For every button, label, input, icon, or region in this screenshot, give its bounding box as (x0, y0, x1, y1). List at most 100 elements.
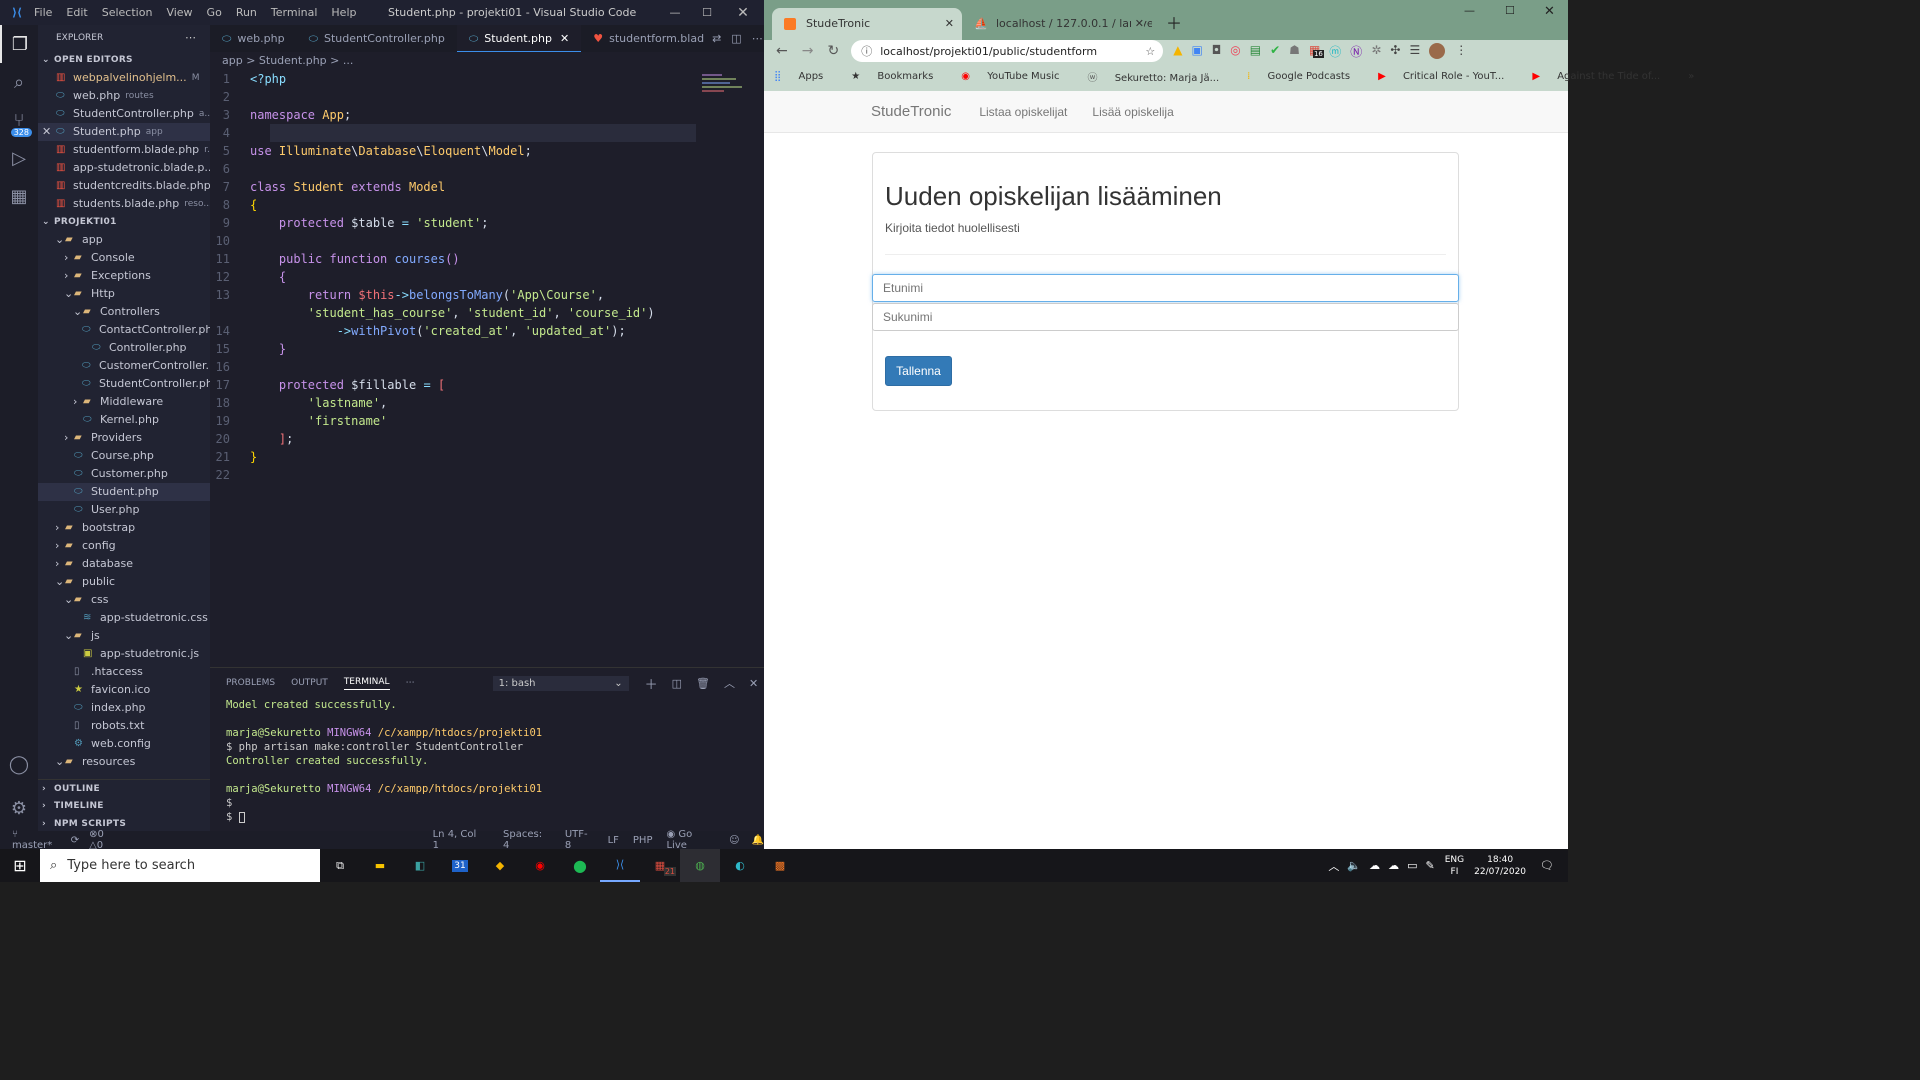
extension-pocket-icon[interactable]: ◎ (1230, 43, 1240, 60)
open-editor-item[interactable]: ▥studentform.blade.phpr... (38, 141, 210, 159)
open-editor-item[interactable]: ⬭StudentController.phpa... (38, 105, 210, 123)
open-editor-item[interactable]: ▥ studentcredits.blade.php... (38, 177, 210, 195)
back-icon[interactable]: ← (776, 43, 788, 59)
firstname-input[interactable] (872, 274, 1459, 302)
tree-item[interactable]: › ▰ bootstrap (38, 519, 210, 537)
trash-icon[interactable]: 🗑 (696, 677, 710, 690)
menu-item-file[interactable]: File (34, 6, 52, 19)
tab-output[interactable]: OUTPUT (291, 678, 328, 688)
outline-header[interactable]: › OUTLINE (38, 779, 210, 797)
extension-calendar-icon[interactable]: ▣ (1191, 43, 1202, 60)
open-editor-item[interactable]: ✕ ⬭ Student.php app (38, 123, 210, 141)
onedrive-icon[interactable]: ☁ (1369, 859, 1380, 872)
extension-wallet-icon[interactable]: ▤ (1250, 43, 1261, 60)
nav-add-student[interactable]: Lisää opiskelija (1092, 105, 1173, 119)
extension-m-icon[interactable]: ⓜ (1329, 43, 1341, 60)
tree-item[interactable]: ⚙ web.config (38, 735, 210, 753)
search-icon[interactable]: ⌕ (0, 63, 38, 101)
tree-item[interactable]: ⌄ ▰ resources (38, 753, 210, 771)
extensions-puzzle-icon[interactable]: ✣ (1390, 43, 1400, 60)
settings-gear-icon[interactable]: ⚙ (0, 789, 38, 827)
menu-item-go[interactable]: Go (207, 6, 222, 19)
menu-item-view[interactable]: View (166, 6, 192, 19)
code-area[interactable]: 1 <?php 2 3 namespace App; 4 5 use Illuminate\D… (210, 70, 764, 484)
tree-item[interactable]: ⬭ User.php (38, 501, 210, 519)
info-icon[interactable]: ⓘ (861, 43, 872, 59)
menu-item-edit[interactable]: Edit (66, 6, 87, 19)
extensions-icon[interactable]: ▦ (0, 177, 38, 215)
volume-icon[interactable]: 🔈 (1347, 859, 1361, 872)
open-editor-item[interactable]: ⬭ web.php routes (38, 87, 210, 105)
tab-student-controller[interactable]: ⬭ StudentController.php (297, 25, 457, 52)
minimize-icon[interactable]: — (1464, 4, 1475, 17)
extension-drive-icon[interactable]: ▲ (1173, 43, 1182, 60)
close-tab-icon[interactable]: ✕ (560, 25, 569, 52)
minimap[interactable] (702, 70, 752, 110)
tree-item[interactable]: ≋ app-studetronic.css (38, 609, 210, 627)
lastname-input[interactable] (872, 303, 1459, 331)
breadcrumb[interactable]: app > Student.php > ... (210, 52, 764, 70)
reload-icon[interactable]: ↻ (827, 43, 839, 59)
menu-item-run[interactable]: Run (236, 6, 257, 19)
todoist-app-icon[interactable]: ▦ 21 (640, 849, 680, 882)
extension-keep-icon[interactable]: ◘ (1212, 43, 1222, 60)
explorer-icon[interactable]: ❐ (0, 25, 38, 63)
site-brand[interactable]: StudeTronic (871, 103, 951, 120)
open-changes-icon[interactable]: ⇄ (708, 25, 725, 52)
bookmark-star-icon[interactable]: ☆ (1145, 45, 1155, 58)
tree-item[interactable]: ⬭ Kernel.php (38, 411, 210, 429)
bookmark-critical-role[interactable]: ▶ Critical Role - YouT... (1378, 71, 1518, 82)
bookmark-against-the-tide[interactable]: ▶ Against the Tide of... (1532, 71, 1674, 82)
close-icon[interactable]: ✕ (42, 123, 54, 141)
menu-item-help[interactable]: Help (331, 6, 356, 19)
feedback-icon[interactable]: ☺ (729, 835, 739, 846)
forward-icon[interactable]: → (802, 43, 814, 59)
new-tab-icon[interactable]: ＋ (1166, 8, 1182, 40)
account-icon[interactable]: ◯ (0, 745, 38, 783)
chrome-taskbar-icon[interactable]: ◍ (680, 849, 720, 882)
network-icon[interactable]: ▭ (1407, 859, 1417, 872)
maximize-panel-icon[interactable]: ︿ (724, 675, 735, 691)
reading-list-icon[interactable]: ☰ (1409, 43, 1420, 60)
split-terminal-icon[interactable]: ◫ (672, 677, 682, 690)
extension-onenote-icon[interactable]: Ⓝ (1350, 43, 1362, 60)
tree-item[interactable]: ⌄ ▰ css (38, 591, 210, 609)
open-editor-item[interactable]: ▥ webpalvelinohjelm... M (38, 69, 210, 87)
clock[interactable]: 18:40 22/07/2020 (1474, 854, 1526, 878)
more-actions-icon[interactable]: ⋯ (185, 25, 196, 51)
onedrive-icon[interactable]: ☁ (1388, 859, 1399, 872)
tree-item[interactable]: ⬭ Controller.php (38, 339, 210, 357)
encoding[interactable]: UTF-8 (565, 829, 594, 851)
tree-item[interactable]: ⬭ ContactController.php (38, 321, 210, 339)
browser-tab-studetronic[interactable]: StudeTronic ✕ (772, 8, 962, 40)
taskbar-search[interactable]: ⌕ Type here to search (40, 849, 320, 882)
close-tab-icon[interactable]: ✕ (945, 8, 954, 40)
tree-item[interactable]: ⌄ ▰ app (38, 231, 210, 249)
tab-terminal[interactable]: TERMINAL (343, 677, 390, 690)
windows-start-icon[interactable]: ⊞ (0, 849, 40, 882)
indentation[interactable]: Spaces: 4 (503, 829, 551, 851)
bookmark-sekuretto[interactable]: ⓦ Sekuretto: Marja Jä... (1088, 69, 1234, 84)
tree-item[interactable]: ⬭ CustomerController.... (38, 357, 210, 375)
maximize-icon[interactable]: ☐ (697, 6, 717, 19)
tree-item[interactable]: ▯ robots.txt (38, 717, 210, 735)
open-editor-item[interactable]: ▥ app-studetronic.blade.p... (38, 159, 210, 177)
tree-item[interactable]: ⬭ Student.php (38, 483, 210, 501)
language-mode[interactable]: PHP (633, 835, 653, 846)
language-indicator[interactable]: ENG FI (1445, 854, 1464, 878)
open-editor-item[interactable]: ▥ students.blade.php reso... (38, 195, 210, 213)
tree-item[interactable]: › ▰ Middleware (38, 393, 210, 411)
chrome-menu-icon[interactable]: ⋮ (1455, 43, 1467, 60)
calendar-app-icon[interactable]: 31 (440, 849, 480, 882)
go-live-button[interactable]: ◉ Go Live (666, 829, 715, 851)
tab-student-php[interactable]: ⬭ Student.php ✕ (456, 25, 582, 52)
extension-person-icon[interactable]: ☗ (1289, 43, 1300, 60)
close-panel-icon[interactable]: ✕ (749, 677, 758, 690)
nav-list-students[interactable]: Listaa opiskelijat (979, 105, 1067, 119)
xampp-icon[interactable]: ▩ (760, 849, 800, 882)
project-header[interactable]: ⌄ PROJEKTI01 (38, 213, 210, 231)
youtube-music-app-icon[interactable]: ◉ (520, 849, 560, 882)
tree-item[interactable]: › ▰ config (38, 537, 210, 555)
menu-item-terminal[interactable]: Terminal (271, 6, 318, 19)
task-view-icon[interactable]: ⧉ (320, 849, 360, 882)
